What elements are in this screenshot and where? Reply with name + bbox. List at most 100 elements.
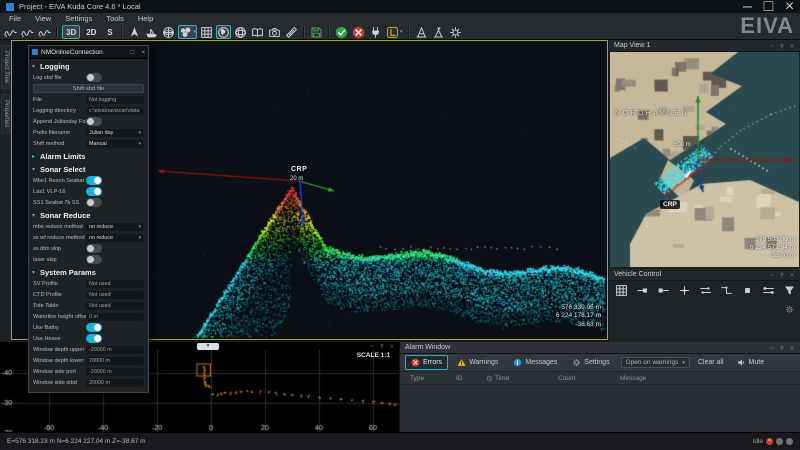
status-error-icon[interactable]: × [766, 438, 773, 445]
mbe-reduce-method-select[interactable]: no reduce▾ [86, 223, 144, 231]
reject-button[interactable] [351, 25, 366, 39]
winch-1-button[interactable] [414, 25, 429, 39]
dialog-maximize-icon[interactable]: □ [130, 49, 134, 56]
measure-button[interactable] [284, 25, 299, 39]
sv-profile-input[interactable]: Not used [86, 280, 144, 288]
dialog-close-icon[interactable]: × [141, 49, 145, 56]
screenshot-button[interactable] [267, 25, 282, 39]
chevron-right-icon[interactable]: ▸ [32, 153, 38, 160]
waterline-height-offset-input[interactable]: 0 m [86, 313, 144, 321]
status-indicator-icon[interactable] [786, 438, 793, 445]
vc-square-button[interactable] [740, 283, 755, 297]
laser-skip-toggle[interactable] [86, 255, 102, 264]
file-input[interactable]: Not logging [86, 96, 144, 104]
section-header-alarm-limits[interactable]: ▸Alarm Limits [29, 150, 148, 162]
prefix-filename-select[interactable]: Julian day▾ [86, 129, 144, 137]
mbe1-reson-seabat-7k-toggle[interactable] [86, 176, 102, 185]
select-cursor-button[interactable] [127, 25, 142, 39]
pin-icon[interactable] [779, 345, 785, 351]
shift-sbd-file-button[interactable]: Shift sbd file [33, 84, 144, 93]
close-icon[interactable] [789, 43, 795, 49]
shift-method-select[interactable]: Manual▾ [86, 140, 144, 148]
pin-icon[interactable] [379, 343, 385, 349]
alarm-window-titlebar[interactable]: Alarm Window [400, 342, 800, 354]
vessel-button[interactable] [144, 25, 159, 39]
chevron-down-icon[interactable]: ▾ [32, 63, 38, 70]
vc-line-start-button[interactable] [656, 283, 671, 297]
ctd-profile-input[interactable]: Not used [86, 291, 144, 299]
section-header-sonar-select[interactable]: ▾Sonar Select [29, 163, 148, 175]
column-header-time[interactable]: Time [486, 375, 558, 382]
menu-help[interactable]: Help [131, 14, 160, 23]
log-sbd-file-toggle[interactable] [86, 73, 102, 82]
pin-icon[interactable] [779, 43, 785, 49]
menu-tools[interactable]: Tools [99, 14, 131, 23]
globe-land-button[interactable] [216, 25, 231, 39]
logging-button[interactable]: ▾ [385, 25, 404, 39]
logging-directory-input[interactable]: c:\eiva\naviscan\data [86, 107, 144, 115]
chevron-down-icon[interactable] [769, 272, 775, 278]
view-s-button[interactable]: S [102, 25, 117, 39]
column-header-id[interactable]: ID [456, 375, 486, 382]
minimize-icon[interactable]: – [743, 2, 752, 11]
view-3d-button[interactable]: 3D [62, 25, 80, 39]
nmonlineconnection-dialog[interactable]: NMOnlineConnection □ × ▾LoggingLog sbd f… [28, 45, 149, 393]
vehicle-control-titlebar[interactable]: Vehicle Control [609, 269, 800, 281]
use-bathy-toggle[interactable] [86, 323, 102, 332]
sidebar-tab-project-tree[interactable]: Project Tree [1, 45, 10, 89]
chevron-down-icon[interactable]: ▾ [32, 212, 38, 219]
status-indicator-icon[interactable] [776, 438, 783, 445]
dropdown-caret-icon[interactable]: ▾ [400, 29, 403, 35]
vc-lines2-button[interactable] [698, 283, 713, 297]
sidebar-tab-properties[interactable]: Properties [1, 94, 10, 133]
open-on-warnings-select[interactable]: Open on warnings▾ [621, 357, 690, 368]
close-icon[interactable] [789, 345, 795, 351]
vc-cross-button[interactable] [677, 283, 692, 297]
alarm-tab-settings[interactable]: Settings [566, 355, 615, 370]
section-header-sonar-reduce[interactable]: ▾Sonar Reduce [29, 209, 148, 221]
mute-button[interactable]: Mute [732, 358, 770, 367]
grid-view-button[interactable] [199, 25, 214, 39]
window-side-port-input[interactable]: -20000 m [86, 368, 144, 376]
profile-collapse-handle[interactable]: ▼ [197, 343, 219, 350]
view-2d-button[interactable]: 2D [82, 25, 100, 39]
alarm-tab-errors[interactable]: Errors [405, 355, 448, 370]
winch-2-button[interactable] [431, 25, 446, 39]
waveform-2-button[interactable] [20, 25, 35, 39]
dropdown-caret-icon[interactable]: ▾ [193, 29, 196, 35]
close-icon[interactable] [789, 272, 795, 278]
column-header-message[interactable]: Message [620, 375, 646, 382]
window-depth-lower-input[interactable]: 20000 m [86, 357, 144, 365]
chevron-down-icon[interactable] [769, 43, 775, 49]
chevron-down-icon[interactable]: ▾ [32, 166, 38, 173]
menu-settings[interactable]: Settings [58, 14, 99, 23]
map-view-titlebar[interactable]: Map View 1 [609, 40, 800, 52]
connect-button[interactable] [368, 25, 383, 39]
waveform-3-button[interactable] [37, 25, 52, 39]
alarm-tab-warnings[interactable]: Warnings [451, 355, 504, 370]
vc-funnel-button[interactable] [782, 283, 797, 297]
vc-table-button[interactable] [614, 283, 629, 297]
close-icon[interactable]: × [785, 2, 794, 11]
ss-dtm-skip-toggle[interactable] [86, 244, 102, 253]
ss-wf-reduce-method-select[interactable]: no reduce▾ [86, 234, 144, 242]
chevron-down-icon[interactable] [769, 345, 775, 351]
alarm-table-body[interactable] [400, 385, 800, 432]
chevron-down-icon[interactable]: ▾ [32, 269, 38, 276]
alarm-tab-messages[interactable]: Messages [507, 355, 563, 370]
window-side-stbd-input[interactable]: 20000 m [86, 379, 144, 387]
section-header-system-params[interactable]: ▾System Params [29, 266, 148, 278]
chevron-down-icon[interactable] [369, 343, 375, 349]
column-header-count[interactable]: Count [558, 375, 620, 382]
map-book-button[interactable] [250, 25, 265, 39]
pin-icon[interactable] [779, 272, 785, 278]
las1-vlp-16-toggle[interactable] [86, 187, 102, 196]
tide-table-input[interactable]: Not used [86, 302, 144, 310]
settings-button[interactable] [448, 25, 463, 39]
vehicle-gear-icon[interactable] [785, 305, 794, 314]
map-canvas[interactable] [610, 52, 799, 267]
accept-button[interactable] [334, 25, 349, 39]
sphere-view-button[interactable] [161, 25, 176, 39]
clear-all-button[interactable]: Clear all [693, 359, 729, 366]
use-heave-toggle[interactable] [86, 334, 102, 343]
